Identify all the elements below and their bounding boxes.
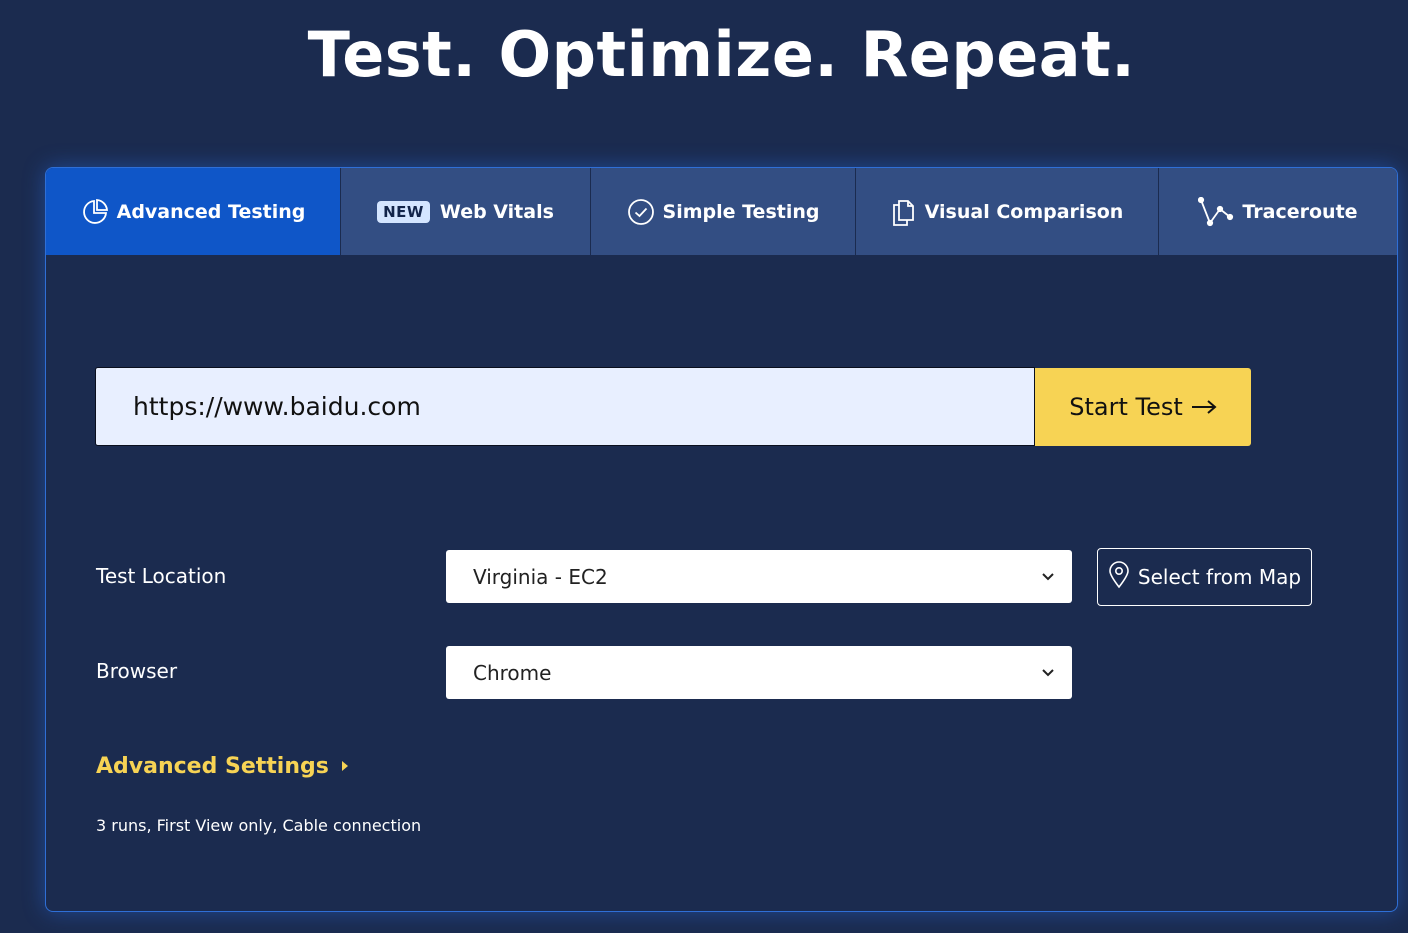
start-test-button[interactable]: Start Test: [1035, 368, 1251, 446]
chevron-down-icon: [1024, 572, 1072, 581]
browser-label: Browser: [96, 659, 178, 683]
tab-label: Simple Testing: [662, 200, 820, 223]
start-test-label: Start Test: [1069, 393, 1183, 421]
arrow-right-icon: [1191, 393, 1217, 421]
caret-right-icon: [341, 754, 349, 779]
new-badge: NEW: [377, 200, 430, 223]
tab-label: Traceroute: [1242, 200, 1358, 223]
tab-bar: Advanced Testing NEW Web Vitals Simple T…: [46, 168, 1397, 255]
advanced-settings-toggle[interactable]: Advanced Settings: [96, 754, 349, 779]
settings-summary: 3 runs, First View only, Cable connectio…: [96, 816, 422, 835]
tab-label: Visual Comparison: [924, 200, 1124, 223]
select-from-map-button[interactable]: Select from Map: [1097, 548, 1312, 606]
test-location-value: Virginia - EC2: [473, 564, 608, 589]
test-location-label: Test Location: [96, 564, 227, 588]
check-circle-icon: [627, 198, 655, 226]
url-input[interactable]: [95, 367, 1035, 446]
test-location-select[interactable]: Virginia - EC2: [446, 550, 1072, 603]
hero-title: Test. Optimize. Repeat.: [307, 18, 1136, 91]
browser-select[interactable]: Chrome: [446, 646, 1072, 699]
tab-visual-comparison[interactable]: Visual Comparison: [856, 168, 1159, 255]
route-icon: [1198, 196, 1234, 227]
copy-documents-icon: [891, 197, 917, 227]
map-pin-icon: [1108, 560, 1130, 594]
chevron-down-icon: [1024, 668, 1072, 677]
tab-simple-testing[interactable]: Simple Testing: [591, 168, 856, 255]
test-panel: Advanced Testing NEW Web Vitals Simple T…: [45, 167, 1398, 912]
browser-value: Chrome: [473, 660, 552, 685]
advanced-settings-label: Advanced Settings: [96, 754, 329, 779]
pie-chart-icon: [81, 198, 109, 226]
tab-web-vitals[interactable]: NEW Web Vitals: [341, 168, 591, 255]
tab-advanced-testing[interactable]: Advanced Testing: [46, 168, 341, 255]
tab-label: Advanced Testing: [116, 200, 306, 223]
tab-traceroute[interactable]: Traceroute: [1159, 168, 1397, 255]
select-from-map-label: Select from Map: [1137, 565, 1302, 589]
tab-label: Web Vitals: [439, 200, 554, 223]
